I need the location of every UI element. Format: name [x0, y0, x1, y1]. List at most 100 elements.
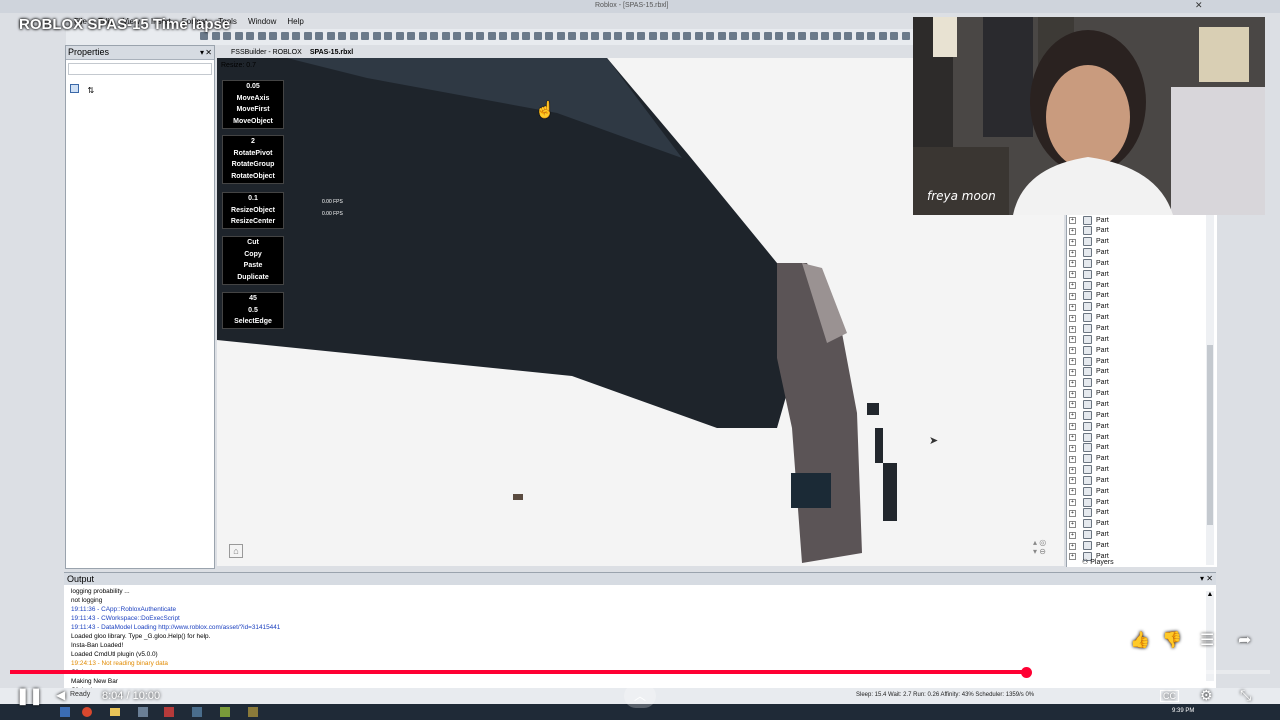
- explorer-part-row[interactable]: + Part: [1069, 541, 1109, 551]
- explorer-part-row[interactable]: + Part: [1069, 530, 1109, 540]
- move-increment[interactable]: 0.05: [223, 81, 283, 93]
- pin-icon[interactable]: ▾: [200, 46, 204, 59]
- toolbar-tool-icon[interactable]: [648, 32, 657, 40]
- rotate-group-button[interactable]: RotateGroup: [223, 159, 283, 171]
- explorer-part-row[interactable]: + Part: [1069, 508, 1109, 518]
- toolbar-tool-icon[interactable]: [372, 32, 381, 40]
- settings-gear-icon[interactable]: ⚙: [1200, 687, 1213, 704]
- explorer-part-row[interactable]: + Part: [1069, 248, 1109, 258]
- expand-plus-icon[interactable]: +: [1069, 390, 1076, 398]
- explorer-part-row[interactable]: + Part: [1069, 367, 1109, 377]
- toolbar-tool-icon[interactable]: [246, 32, 254, 40]
- expand-plus-icon[interactable]: +: [1069, 325, 1076, 333]
- explorer-part-row[interactable]: + Part: [1069, 258, 1109, 268]
- explorer-part-row[interactable]: + Part: [1069, 345, 1109, 355]
- toolbar-tool-icon[interactable]: [660, 32, 668, 40]
- toolbar-tool-icon[interactable]: [556, 32, 565, 40]
- toolbar-tool-icon[interactable]: [257, 32, 266, 40]
- toolbar-tool-icon[interactable]: [683, 32, 691, 40]
- toolbar-tool-icon[interactable]: [867, 32, 875, 40]
- sort-az-icon[interactable]: ⇅: [87, 86, 94, 95]
- expand-plus-icon[interactable]: +: [1069, 238, 1076, 246]
- toolbar-tool-icon[interactable]: [694, 32, 703, 40]
- duplicate-button[interactable]: Duplicate: [223, 272, 283, 284]
- menu-help[interactable]: Help: [287, 17, 303, 26]
- toolbar-tool-icon[interactable]: [545, 32, 553, 40]
- expand-plus-icon[interactable]: +: [1069, 553, 1076, 561]
- expand-plus-icon[interactable]: +: [1069, 379, 1076, 387]
- tab-spas15[interactable]: SPAS-15.rbxl: [310, 49, 353, 56]
- move-axis-button[interactable]: MoveAxis: [223, 93, 283, 105]
- fullscreen-exit-icon[interactable]: ⤡: [1240, 687, 1251, 704]
- explorer-part-row[interactable]: + Part: [1069, 497, 1109, 507]
- progress-played[interactable]: [10, 670, 1027, 674]
- explorer-part-row[interactable]: + Part: [1069, 519, 1109, 529]
- explorer-scroll-thumb[interactable]: [1207, 345, 1213, 525]
- chrome-taskbar-icon[interactable]: [82, 707, 92, 717]
- toolbar-tool-icon[interactable]: [430, 32, 438, 40]
- expand-chevron-icon[interactable]: ︿: [624, 684, 656, 708]
- categorized-icon[interactable]: [70, 84, 79, 93]
- toolbar-tool-icon[interactable]: [844, 32, 852, 40]
- expand-plus-icon[interactable]: +: [1069, 466, 1076, 474]
- explorer-part-row[interactable]: + Part: [1069, 454, 1109, 464]
- like-icon[interactable]: 👍: [1130, 630, 1150, 650]
- toolbar-tool-icon[interactable]: [200, 32, 208, 40]
- expand-plus-icon[interactable]: +: [1069, 249, 1076, 257]
- toolbar-tool-icon[interactable]: [901, 32, 910, 40]
- explorer-part-row[interactable]: + Part: [1069, 280, 1109, 290]
- expand-plus-icon[interactable]: +: [1069, 444, 1076, 452]
- window-close-icon[interactable]: ✕: [1195, 0, 1203, 11]
- toolbar-tool-icon[interactable]: [280, 32, 289, 40]
- toolbar-tool-icon[interactable]: [269, 32, 277, 40]
- edge-angle-value[interactable]: 45: [223, 293, 283, 305]
- toolbar-tool-icon[interactable]: [395, 32, 404, 40]
- toolbar-tool-icon[interactable]: [671, 32, 680, 40]
- toolbar-tool-icon[interactable]: [384, 32, 392, 40]
- explorer-part-row[interactable]: + Part: [1069, 465, 1109, 475]
- explorer-scrollbar[interactable]: [1206, 215, 1214, 565]
- expand-plus-icon[interactable]: +: [1069, 499, 1076, 507]
- expand-plus-icon[interactable]: +: [1069, 282, 1076, 290]
- toolbar-tool-icon[interactable]: [568, 32, 576, 40]
- toolbar-tool-icon[interactable]: [453, 32, 461, 40]
- rotate-object-button[interactable]: RotateObject: [223, 171, 283, 183]
- toolbar-tool-icon[interactable]: [740, 32, 749, 40]
- explorer-part-row[interactable]: + Part: [1069, 226, 1109, 236]
- explorer-players-label[interactable]: Players: [1090, 559, 1113, 566]
- captions-icon[interactable]: CC: [1160, 690, 1179, 702]
- camera-controls-icon[interactable]: ▴ ◎ ▾ ⊖: [1033, 538, 1046, 556]
- app-taskbar-icon-2[interactable]: [192, 707, 202, 717]
- toolbar-tool-icon[interactable]: [349, 32, 358, 40]
- expand-plus-icon[interactable]: +: [1069, 488, 1076, 496]
- expand-plus-icon[interactable]: +: [1069, 303, 1076, 311]
- toolbar-tool-icon[interactable]: [798, 32, 806, 40]
- toolbar-tool-icon[interactable]: [625, 32, 634, 40]
- explorer-part-row[interactable]: + Part: [1069, 215, 1109, 225]
- resize-object-button[interactable]: ResizeObject: [223, 205, 283, 217]
- pause-button[interactable]: ❚❚: [16, 686, 43, 706]
- explorer-part-row[interactable]: + Part: [1069, 356, 1109, 366]
- app-taskbar-icon-3[interactable]: [220, 707, 230, 717]
- output-close-icon[interactable]: ✕: [1206, 573, 1213, 585]
- toolbar-tool-icon[interactable]: [522, 32, 530, 40]
- cut-button[interactable]: Cut: [223, 237, 283, 249]
- home-view-icon[interactable]: ⌂: [229, 544, 243, 558]
- toolbar-tool-icon[interactable]: [890, 32, 898, 40]
- toolbar-tool-icon[interactable]: [441, 32, 450, 40]
- toolbar-tool-icon[interactable]: [211, 32, 220, 40]
- expand-plus-icon[interactable]: +: [1069, 477, 1076, 485]
- edge-size-value[interactable]: 0.5: [223, 305, 283, 317]
- explorer-part-row[interactable]: + Part: [1069, 291, 1109, 301]
- toolbar-tool-icon[interactable]: [809, 32, 818, 40]
- paste-button[interactable]: Paste: [223, 260, 283, 272]
- close-icon[interactable]: ✕: [205, 46, 212, 59]
- toolbar-tool-icon[interactable]: [637, 32, 645, 40]
- expand-plus-icon[interactable]: +: [1069, 542, 1076, 550]
- toolbar-tool-icon[interactable]: [223, 32, 231, 40]
- tab-fssbuilder[interactable]: FSSBuilder - ROBLOX: [231, 49, 302, 56]
- share-icon[interactable]: ➦: [1238, 630, 1251, 650]
- expand-plus-icon[interactable]: +: [1069, 347, 1076, 355]
- toolbar-tool-icon[interactable]: [729, 32, 737, 40]
- explorer-part-row[interactable]: + Part: [1069, 378, 1109, 388]
